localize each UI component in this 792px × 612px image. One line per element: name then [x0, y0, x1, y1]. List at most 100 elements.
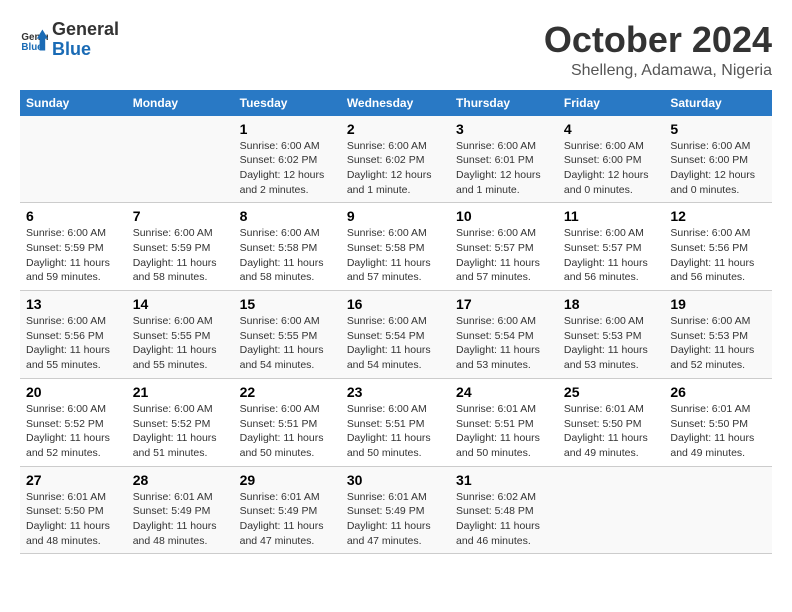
- day-number: 16: [347, 296, 444, 312]
- day-info: Sunrise: 6:01 AMSunset: 5:49 PMDaylight:…: [133, 490, 228, 549]
- calendar-cell: 10 Sunrise: 6:00 AMSunset: 5:57 PMDayligh…: [450, 203, 558, 291]
- day-info: Sunrise: 6:00 AMSunset: 5:55 PMDaylight:…: [240, 314, 335, 373]
- day-info: Sunrise: 6:01 AMSunset: 5:51 PMDaylight:…: [456, 402, 552, 461]
- header: General Blue General Blue October 2024 S…: [20, 20, 772, 80]
- col-header-sunday: Sunday: [20, 90, 127, 116]
- calendar-table: SundayMondayTuesdayWednesdayThursdayFrid…: [20, 90, 772, 555]
- day-number: 24: [456, 384, 552, 400]
- day-number: 5: [670, 121, 766, 137]
- calendar-cell: 4 Sunrise: 6:00 AMSunset: 6:00 PMDaylight…: [558, 116, 664, 203]
- week-row-2: 6 Sunrise: 6:00 AMSunset: 5:59 PMDaylight…: [20, 203, 772, 291]
- day-info: Sunrise: 6:00 AMSunset: 5:58 PMDaylight:…: [347, 226, 444, 285]
- day-number: 29: [240, 472, 335, 488]
- day-info: Sunrise: 6:00 AMSunset: 6:02 PMDaylight:…: [347, 139, 444, 198]
- day-info: Sunrise: 6:00 AMSunset: 5:57 PMDaylight:…: [456, 226, 552, 285]
- day-number: 2: [347, 121, 444, 137]
- calendar-cell: [558, 466, 664, 554]
- day-info: Sunrise: 6:00 AMSunset: 6:01 PMDaylight:…: [456, 139, 552, 198]
- day-info: Sunrise: 6:00 AMSunset: 5:53 PMDaylight:…: [564, 314, 658, 373]
- calendar-cell: 15 Sunrise: 6:00 AMSunset: 5:55 PMDayligh…: [234, 291, 341, 379]
- week-row-1: 1Sunrise: 6:00 AMSunset: 6:02 PMDaylight…: [20, 116, 772, 203]
- col-header-wednesday: Wednesday: [341, 90, 450, 116]
- day-number: 6: [26, 208, 121, 224]
- day-info: Sunrise: 6:00 AMSunset: 5:59 PMDaylight:…: [133, 226, 228, 285]
- day-number: 8: [240, 208, 335, 224]
- calendar-cell: 17 Sunrise: 6:00 AMSunset: 5:54 PMDayligh…: [450, 291, 558, 379]
- header-row: SundayMondayTuesdayWednesdayThursdayFrid…: [20, 90, 772, 116]
- logo-line1: General: [52, 19, 119, 39]
- day-number: 9: [347, 208, 444, 224]
- day-number: 14: [133, 296, 228, 312]
- calendar-cell: 13 Sunrise: 6:00 AMSunset: 5:56 PMDayligh…: [20, 291, 127, 379]
- day-number: 21: [133, 384, 228, 400]
- calendar-cell: 5 Sunrise: 6:00 AMSunset: 6:00 PMDaylight…: [664, 116, 772, 203]
- logo-icon: General Blue: [20, 26, 48, 54]
- main-title: October 2024: [544, 20, 772, 60]
- week-row-4: 20Sunrise: 6:00 AMSunset: 5:52 PMDayligh…: [20, 378, 772, 466]
- calendar-cell: 16 Sunrise: 6:00 AMSunset: 5:54 PMDayligh…: [341, 291, 450, 379]
- day-number: 4: [564, 121, 658, 137]
- day-number: 7: [133, 208, 228, 224]
- day-info: Sunrise: 6:00 AMSunset: 5:56 PMDaylight:…: [670, 226, 766, 285]
- day-info: Sunrise: 6:00 AMSunset: 5:51 PMDaylight:…: [240, 402, 335, 461]
- calendar-cell: 21Sunrise: 6:00 AMSunset: 5:52 PMDayligh…: [127, 378, 234, 466]
- day-info: Sunrise: 6:00 AMSunset: 5:59 PMDaylight:…: [26, 226, 121, 285]
- day-number: 19: [670, 296, 766, 312]
- day-number: 11: [564, 208, 658, 224]
- day-info: Sunrise: 6:00 AMSunset: 5:53 PMDaylight:…: [670, 314, 766, 373]
- calendar-cell: 2 Sunrise: 6:00 AMSunset: 6:02 PMDaylight…: [341, 116, 450, 203]
- day-info: Sunrise: 6:01 AMSunset: 5:50 PMDaylight:…: [670, 402, 766, 461]
- day-number: 26: [670, 384, 766, 400]
- calendar-cell: 26 Sunrise: 6:01 AMSunset: 5:50 PMDayligh…: [664, 378, 772, 466]
- day-number: 27: [26, 472, 121, 488]
- col-header-saturday: Saturday: [664, 90, 772, 116]
- calendar-cell: 9 Sunrise: 6:00 AMSunset: 5:58 PMDaylight…: [341, 203, 450, 291]
- calendar-cell: 6 Sunrise: 6:00 AMSunset: 5:59 PMDaylight…: [20, 203, 127, 291]
- day-number: 15: [240, 296, 335, 312]
- col-header-monday: Monday: [127, 90, 234, 116]
- calendar-cell: 7 Sunrise: 6:00 AMSunset: 5:59 PMDaylight…: [127, 203, 234, 291]
- day-info: Sunrise: 6:00 AMSunset: 5:51 PMDaylight:…: [347, 402, 444, 461]
- calendar-cell: 19 Sunrise: 6:00 AMSunset: 5:53 PMDayligh…: [664, 291, 772, 379]
- calendar-cell: 31Sunrise: 6:02 AMSunset: 5:48 PMDayligh…: [450, 466, 558, 554]
- day-number: 20: [26, 384, 121, 400]
- calendar-cell: [664, 466, 772, 554]
- calendar-cell: 12Sunrise: 6:00 AMSunset: 5:56 PMDayligh…: [664, 203, 772, 291]
- day-info: Sunrise: 6:01 AMSunset: 5:49 PMDaylight:…: [240, 490, 335, 549]
- calendar-cell: 20Sunrise: 6:00 AMSunset: 5:52 PMDayligh…: [20, 378, 127, 466]
- day-number: 10: [456, 208, 552, 224]
- day-number: 13: [26, 296, 121, 312]
- calendar-cell: 23Sunrise: 6:00 AMSunset: 5:51 PMDayligh…: [341, 378, 450, 466]
- day-info: Sunrise: 6:00 AMSunset: 5:54 PMDaylight:…: [347, 314, 444, 373]
- day-info: Sunrise: 6:00 AMSunset: 5:56 PMDaylight:…: [26, 314, 121, 373]
- col-header-tuesday: Tuesday: [234, 90, 341, 116]
- day-number: 17: [456, 296, 552, 312]
- calendar-cell: 29 Sunrise: 6:01 AMSunset: 5:49 PMDayligh…: [234, 466, 341, 554]
- logo: General Blue General Blue: [20, 20, 119, 60]
- day-info: Sunrise: 6:00 AMSunset: 5:55 PMDaylight:…: [133, 314, 228, 373]
- day-number: 25: [564, 384, 658, 400]
- day-info: Sunrise: 6:00 AMSunset: 6:00 PMDaylight:…: [564, 139, 658, 198]
- calendar-cell: 3 Sunrise: 6:00 AMSunset: 6:01 PMDaylight…: [450, 116, 558, 203]
- week-row-3: 13 Sunrise: 6:00 AMSunset: 5:56 PMDayligh…: [20, 291, 772, 379]
- calendar-cell: 1Sunrise: 6:00 AMSunset: 6:02 PMDaylight…: [234, 116, 341, 203]
- calendar-cell: 25 Sunrise: 6:01 AMSunset: 5:50 PMDayligh…: [558, 378, 664, 466]
- day-info: Sunrise: 6:00 AMSunset: 5:54 PMDaylight:…: [456, 314, 552, 373]
- day-info: Sunrise: 6:01 AMSunset: 5:50 PMDaylight:…: [564, 402, 658, 461]
- day-number: 28: [133, 472, 228, 488]
- title-area: October 2024 Shelleng, Adamawa, Nigeria: [544, 20, 772, 80]
- calendar-cell: 30 Sunrise: 6:01 AMSunset: 5:49 PMDayligh…: [341, 466, 450, 554]
- calendar-cell: 11 Sunrise: 6:00 AMSunset: 5:57 PMDayligh…: [558, 203, 664, 291]
- calendar-cell: 18Sunrise: 6:00 AMSunset: 5:53 PMDayligh…: [558, 291, 664, 379]
- calendar-cell: 22Sunrise: 6:00 AMSunset: 5:51 PMDayligh…: [234, 378, 341, 466]
- calendar-cell: [20, 116, 127, 203]
- col-header-friday: Friday: [558, 90, 664, 116]
- day-info: Sunrise: 6:00 AMSunset: 6:00 PMDaylight:…: [670, 139, 766, 198]
- day-info: Sunrise: 6:00 AMSunset: 6:02 PMDaylight:…: [240, 139, 335, 198]
- day-info: Sunrise: 6:00 AMSunset: 5:58 PMDaylight:…: [240, 226, 335, 285]
- day-number: 30: [347, 472, 444, 488]
- day-info: Sunrise: 6:00 AMSunset: 5:57 PMDaylight:…: [564, 226, 658, 285]
- day-number: 3: [456, 121, 552, 137]
- day-info: Sunrise: 6:01 AMSunset: 5:49 PMDaylight:…: [347, 490, 444, 549]
- calendar-cell: [127, 116, 234, 203]
